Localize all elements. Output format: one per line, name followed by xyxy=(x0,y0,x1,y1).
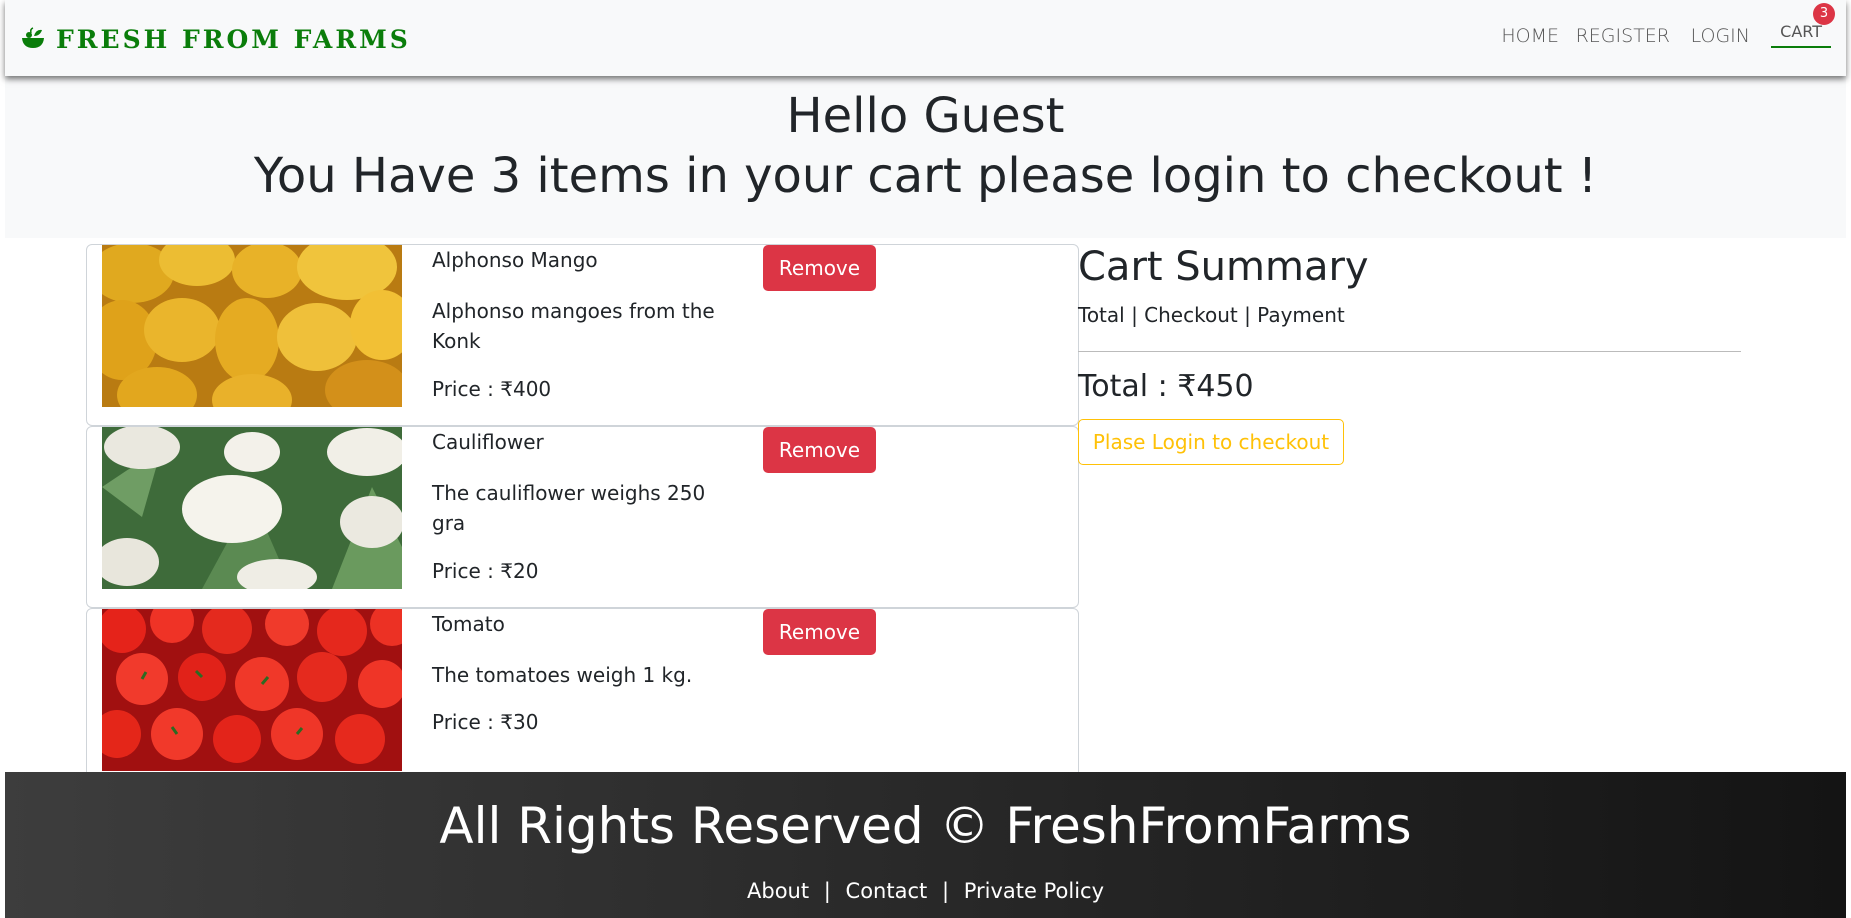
summary-total: Total : ₹450 xyxy=(1078,369,1254,404)
cart-item: Tomato The tomatoes weigh 1 kg. Price : … xyxy=(86,608,1079,790)
page: FRESH FROM FARMS HOME REGISTER LOGIN CAR… xyxy=(5,0,1846,918)
cart-header: Hello Guest You Have 3 items in your car… xyxy=(5,76,1846,238)
product-image-cauliflower xyxy=(102,427,402,589)
brand-logo[interactable]: FRESH FROM FARMS xyxy=(20,22,411,56)
summary-divider xyxy=(1078,351,1741,352)
footer-separator: | xyxy=(941,879,950,903)
navbar: FRESH FROM FARMS HOME REGISTER LOGIN CAR… xyxy=(5,0,1846,76)
product-image-mango xyxy=(102,245,402,407)
item-price: Price : ₹20 xyxy=(432,559,539,583)
item-description: The tomatoes weigh 1 kg. xyxy=(432,663,693,687)
remove-button[interactable]: Remove xyxy=(763,245,876,291)
item-description: Alphonso mangoes from the Konk xyxy=(432,299,715,353)
nav-home-link[interactable]: HOME xyxy=(1501,25,1559,47)
item-description: The cauliflower weighs 250 gra xyxy=(432,481,706,535)
footer: All Rights Reserved © FreshFromFarms Abo… xyxy=(5,772,1846,918)
footer-contact-link[interactable]: Contact xyxy=(838,879,936,903)
footer-links: About | Contact | Private Policy xyxy=(5,879,1846,903)
cart-item: Cauliflower The cauliflower weighs 250 g… xyxy=(86,426,1079,608)
footer-about-link[interactable]: About xyxy=(739,879,817,903)
cart-item: Alphonso Mango Alphonso mangoes from the… xyxy=(86,244,1079,426)
cart-message: You Have 3 items in your cart please log… xyxy=(253,148,1598,204)
footer-copyright: All Rights Reserved © FreshFromFarms xyxy=(439,797,1412,855)
summary-subtitle: Total | Checkout | Payment xyxy=(1078,303,1345,327)
summary-title: Cart Summary xyxy=(1078,244,1369,290)
nav-cart-link[interactable]: CART 3 xyxy=(1771,3,1835,48)
item-price: Price : ₹400 xyxy=(432,377,552,401)
nav-cart-label: CART xyxy=(1780,22,1822,41)
footer-separator: | xyxy=(823,879,831,903)
nav-register-link[interactable]: REGISTER xyxy=(1576,25,1670,47)
product-image-tomato xyxy=(102,609,402,771)
item-name: Tomato xyxy=(432,612,505,636)
basket-icon xyxy=(22,27,44,48)
remove-button[interactable]: Remove xyxy=(763,609,876,655)
item-name: Alphonso Mango xyxy=(432,248,598,272)
nav-login-link[interactable]: LOGIN xyxy=(1691,25,1750,47)
remove-button[interactable]: Remove xyxy=(763,427,876,473)
login-to-checkout-button[interactable]: Plase Login to checkout xyxy=(1078,419,1344,465)
item-price: Price : ₹30 xyxy=(432,710,539,734)
footer-privacy-link[interactable]: Private Policy xyxy=(956,879,1112,903)
cart-count-badge: 3 xyxy=(1813,3,1835,25)
greeting-heading: Hello Guest xyxy=(786,88,1065,144)
brand-name: FRESH FROM FARMS xyxy=(56,24,411,54)
item-name: Cauliflower xyxy=(432,430,544,454)
